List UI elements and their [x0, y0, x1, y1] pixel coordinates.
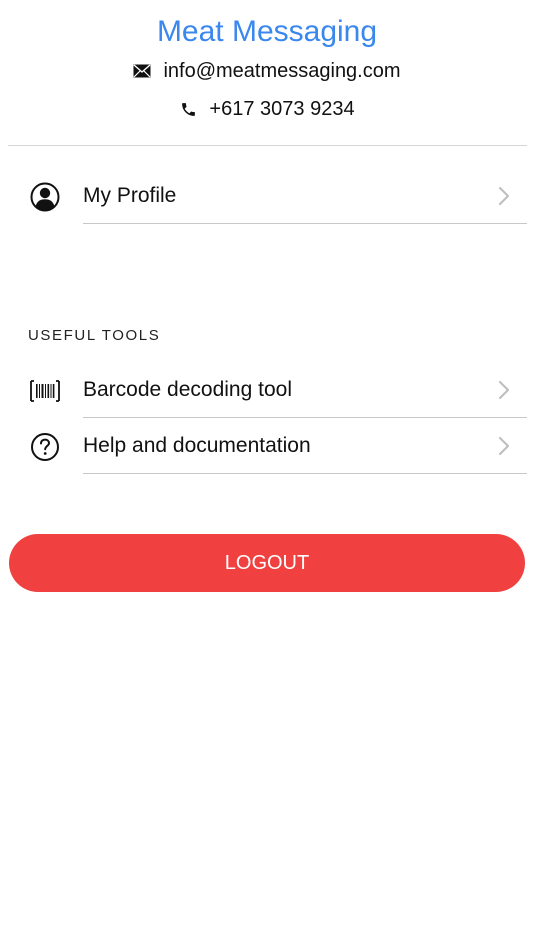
chevron-right-icon [496, 435, 512, 457]
chevron-right-icon [496, 185, 512, 207]
chevron-right-icon [496, 379, 512, 401]
useful-tools-header: USEFUL TOOLS [28, 327, 161, 344]
envelope-icon [133, 61, 151, 81]
phone-icon [179, 99, 197, 119]
barcode-tool-row[interactable]: Barcode decoding tool [0, 362, 534, 418]
barcode-icon [29, 375, 61, 407]
email-row[interactable]: info@meatmessaging.com [0, 58, 534, 84]
app-title: Meat Messaging [156, 15, 378, 48]
my-profile-label: My Profile [83, 184, 177, 207]
email-text[interactable]: info@meatmessaging.com [163, 58, 400, 84]
phone-text[interactable]: +617 3073 9234 [209, 96, 354, 122]
question-circle-icon [29, 431, 61, 463]
row-separator [83, 473, 527, 474]
header-divider [8, 145, 527, 146]
barcode-tool-label: Barcode decoding tool [83, 378, 292, 401]
phone-row[interactable]: +617 3073 9234 [0, 96, 534, 122]
row-separator [83, 223, 527, 224]
help-documentation-label: Help and documentation [83, 434, 311, 457]
logout-button[interactable]: LOGOUT [9, 534, 525, 592]
person-circle-icon [29, 181, 61, 213]
my-profile-row[interactable]: My Profile [0, 168, 534, 224]
help-documentation-row[interactable]: Help and documentation [0, 418, 534, 474]
header: Meat Messaging info@meatmessaging.com +6… [0, 0, 534, 146]
